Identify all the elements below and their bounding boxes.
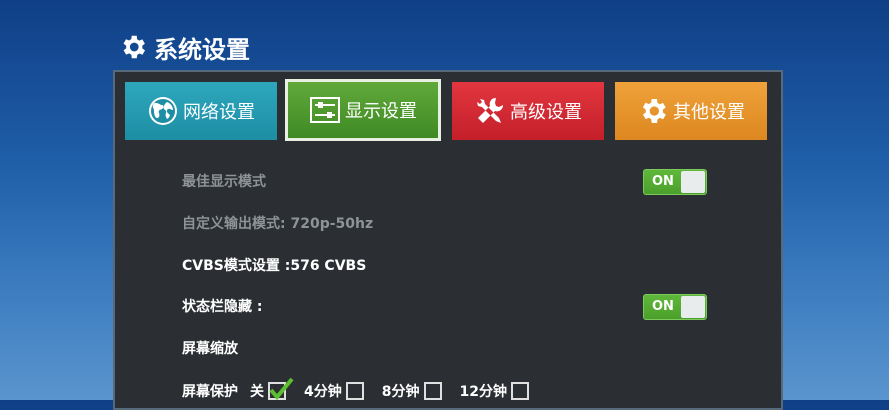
tab-display-settings[interactable]: 显示设置: [285, 79, 441, 141]
screensaver-option-off-checkbox[interactable]: [268, 377, 294, 401]
custom-output-mode-value: 720p-50hz: [290, 216, 374, 232]
screensaver-option-12min-label: 12分钟: [459, 384, 507, 400]
status-bar-hide-label: 状态栏隐藏 :: [182, 299, 263, 315]
screensaver-row: 屏幕保护 关 4分钟 8分钟 12分钟: [182, 377, 529, 403]
best-display-mode-label: 最佳显示模式: [182, 174, 266, 190]
toggle-state: ON: [652, 174, 674, 189]
screensaver-option-off-label: 关: [250, 384, 264, 400]
globe-icon: [149, 97, 177, 125]
custom-output-mode-label: 自定义输出模式:: [182, 216, 286, 232]
tab-label: 其他设置: [673, 102, 745, 123]
tab-label: 高级设置: [510, 102, 582, 123]
screensaver-option-4min-checkbox[interactable]: [345, 382, 364, 400]
page-title-text: 系统设置: [154, 35, 250, 64]
screensaver-label: 屏幕保护: [182, 384, 238, 400]
toggle-knob: [681, 296, 705, 318]
screensaver-option-4min-label: 4分钟: [304, 384, 342, 400]
checkmark-icon: [269, 377, 294, 401]
page-title: 系统设置: [118, 30, 250, 64]
custom-output-mode-row[interactable]: 自定义输出模式: 720p-50hz: [182, 214, 373, 234]
tab-label: 显示设置: [345, 101, 417, 122]
toggle-state: ON: [652, 299, 674, 314]
gear-icon: [642, 99, 666, 123]
tab-label: 网络设置: [183, 102, 255, 123]
sliders-icon: [310, 97, 340, 123]
gear-icon: [123, 35, 145, 59]
tab-advanced-settings[interactable]: 高级设置: [452, 82, 604, 140]
screen-zoom-setting[interactable]: 屏幕缩放: [182, 339, 238, 359]
screensaver-option-12min-checkbox[interactable]: [510, 382, 529, 400]
best-display-mode-toggle[interactable]: ON: [643, 169, 707, 195]
toggle-knob: [681, 171, 705, 193]
screensaver-option-8min-label: 8分钟: [381, 384, 420, 400]
cvbs-mode-setting[interactable]: CVBS模式设置 :576 CVBS: [182, 256, 366, 276]
tab-network-settings[interactable]: 网络设置: [125, 82, 277, 140]
settings-panel: 网络设置 显示设置 高级设置 其他设置 最佳显示模式 ON 自定义输出模式: 7…: [113, 70, 783, 410]
tab-other-settings[interactable]: 其他设置: [615, 82, 767, 140]
tools-icon: [477, 97, 504, 123]
screensaver-option-8min-checkbox[interactable]: [423, 382, 442, 400]
status-bar-hide-toggle[interactable]: ON: [643, 294, 707, 320]
